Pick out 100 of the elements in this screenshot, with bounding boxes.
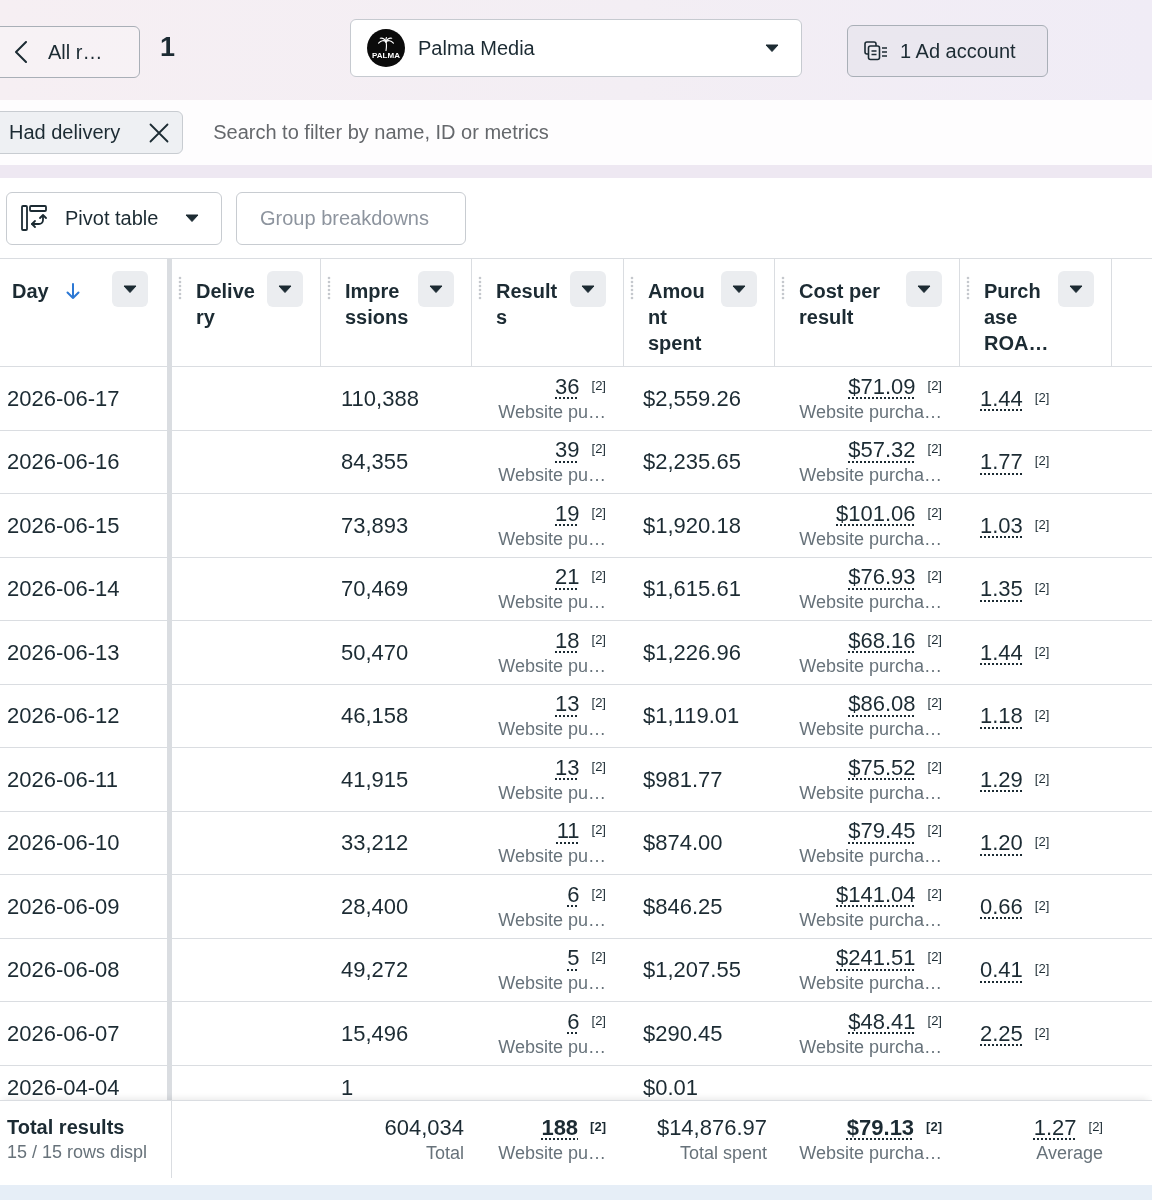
cost-per-result-value[interactable]: $71.09 (848, 373, 916, 399)
footnote-marker: [2] (591, 1012, 606, 1028)
results-value[interactable]: 5 (567, 945, 580, 971)
column-header[interactable]: Purchase ROA… (984, 278, 1050, 356)
amount-spent-cell-text: $1,920.18 (642, 511, 742, 540)
column-header[interactable]: Cost per result (799, 278, 899, 330)
footnote-marker: [2] (1034, 961, 1050, 977)
footnote-marker: [2] (1034, 516, 1050, 532)
result-type-label: Website pu… (498, 1035, 606, 1058)
caret-down-icon (765, 44, 779, 52)
roas-value[interactable]: 1.18 (980, 703, 1023, 729)
impressions-cell-text: 50,470 (340, 638, 410, 667)
column-header[interactable]: Delivery (196, 278, 258, 330)
results-total[interactable]: 188 (541, 1114, 579, 1140)
column-header[interactable]: Results (496, 278, 562, 330)
drag-handle-icon[interactable] (478, 276, 482, 300)
results-value[interactable]: 19 (555, 500, 580, 526)
impressions-cell-text: 28,400 (340, 892, 410, 921)
results-value[interactable]: 6 (567, 1008, 580, 1034)
results-value[interactable]: 21 (555, 564, 580, 590)
amount-spent-cell-text: $874.00 (642, 829, 724, 858)
column-menu-button[interactable] (570, 271, 606, 307)
result-type-label: Website pu… (498, 400, 606, 423)
footnote-marker: [2] (927, 949, 942, 965)
roas-value[interactable]: 0.41 (980, 957, 1023, 983)
column-menu-button[interactable] (418, 271, 454, 307)
column-menu-button[interactable] (906, 271, 942, 307)
column-menu-button[interactable] (721, 271, 757, 307)
result-type-label: Website pu… (498, 908, 606, 931)
pivot-table-button[interactable]: Pivot table (6, 191, 222, 245)
footnote-marker: [2] (591, 377, 606, 393)
cost-per-result-value[interactable]: $101.06 (836, 500, 916, 526)
palm-tree-icon (377, 36, 395, 51)
results-value[interactable]: 13 (555, 754, 580, 780)
cost-per-result-value[interactable]: $75.52 (848, 754, 916, 780)
results-value[interactable]: 6 (567, 881, 580, 907)
footnote-marker: [2] (591, 758, 606, 774)
search-field[interactable]: Search to filter by name, ID or metrics (211, 111, 1152, 154)
column-menu-button[interactable] (112, 271, 148, 307)
caret-down-icon (278, 285, 292, 293)
results-value[interactable]: 13 (555, 691, 580, 717)
back-button[interactable]: All r… (0, 26, 140, 78)
drag-handle-icon[interactable] (327, 276, 331, 300)
result-type-label: Website pu… (498, 781, 606, 804)
amount-spent-cell-text: $1,226.96 (642, 638, 742, 667)
footnote-marker: [2] (591, 568, 606, 584)
column-menu-button[interactable] (1058, 271, 1094, 307)
roas-value[interactable]: 1.44 (980, 639, 1023, 665)
roas-value[interactable]: 1.77 (980, 449, 1023, 475)
result-type-label: Website pu… (498, 591, 606, 614)
column-header[interactable]: Amount spent (648, 278, 710, 356)
roas-value[interactable]: 2.25 (980, 1020, 1023, 1046)
footnote-marker: [2] (591, 949, 606, 965)
results-value[interactable]: 36 (555, 373, 580, 399)
roas-value[interactable]: 1.44 (980, 385, 1023, 411)
roas-value[interactable]: 1.20 (980, 830, 1023, 856)
footnote-marker: [2] (926, 1118, 942, 1134)
account-dropdown[interactable]: PALMA Palma Media (350, 19, 802, 77)
drag-handle-icon[interactable] (781, 276, 785, 300)
results-value[interactable]: 39 (555, 437, 580, 463)
drag-handle-icon[interactable] (630, 276, 634, 300)
total-caption: Average (1036, 1141, 1103, 1164)
cost-per-result-value[interactable]: $241.51 (836, 945, 916, 971)
amount-spent-cell-text: $1,119.01 (642, 702, 741, 731)
roas-total[interactable]: 1.27 (1033, 1114, 1077, 1140)
drag-handle-icon[interactable] (178, 276, 182, 300)
result-type-label: Website purcha… (799, 908, 942, 931)
impressions-total: 604,034 (384, 1114, 464, 1140)
ad-account-button[interactable]: 1 Ad account (847, 25, 1048, 77)
roas-value[interactable]: 1.35 (980, 576, 1023, 602)
footnote-marker: [2] (927, 758, 942, 774)
arrow-down-icon[interactable] (65, 283, 80, 300)
roas-value[interactable]: 1.03 (980, 512, 1023, 538)
roas-value[interactable]: 1.29 (980, 766, 1023, 792)
column-header[interactable]: Day (12, 278, 49, 304)
cost-per-result-value[interactable]: $76.93 (848, 564, 916, 590)
footnote-marker: [2] (1034, 643, 1050, 659)
caret-down-icon (917, 285, 931, 293)
cost-per-result-value[interactable]: $57.32 (848, 437, 916, 463)
footnote-marker: [2] (1034, 1024, 1050, 1040)
results-value[interactable]: 11 (556, 818, 580, 844)
date-cell: 2026-06-13 (0, 621, 172, 684)
cost-per-result-value[interactable]: $68.16 (848, 627, 916, 653)
result-type-label: Website purcha… (799, 527, 942, 550)
cost-per-result-value[interactable]: $141.04 (836, 881, 916, 907)
roas-value[interactable]: 0.66 (980, 893, 1023, 919)
filter-chip[interactable]: Had delivery (0, 111, 184, 154)
result-type-label: Website pu… (498, 464, 606, 487)
cost-per-result-value[interactable]: $48.41 (848, 1008, 916, 1034)
cost-per-result-value[interactable]: $79.45 (848, 818, 916, 844)
column-header[interactable]: Impressions (345, 278, 410, 330)
column-menu-button[interactable] (267, 271, 303, 307)
cost-per-result-value[interactable]: $86.08 (848, 691, 916, 717)
date-cell: 2026-06-11 (0, 748, 172, 811)
results-value[interactable]: 18 (555, 627, 580, 653)
caret-down-icon (185, 214, 199, 222)
drag-handle-icon[interactable] (966, 276, 970, 300)
amount-spent-cell-text: $2,559.26 (642, 384, 742, 413)
cost-per-result-total[interactable]: $79.13 (846, 1114, 915, 1140)
impressions-cell-text: 41,915 (340, 765, 410, 794)
